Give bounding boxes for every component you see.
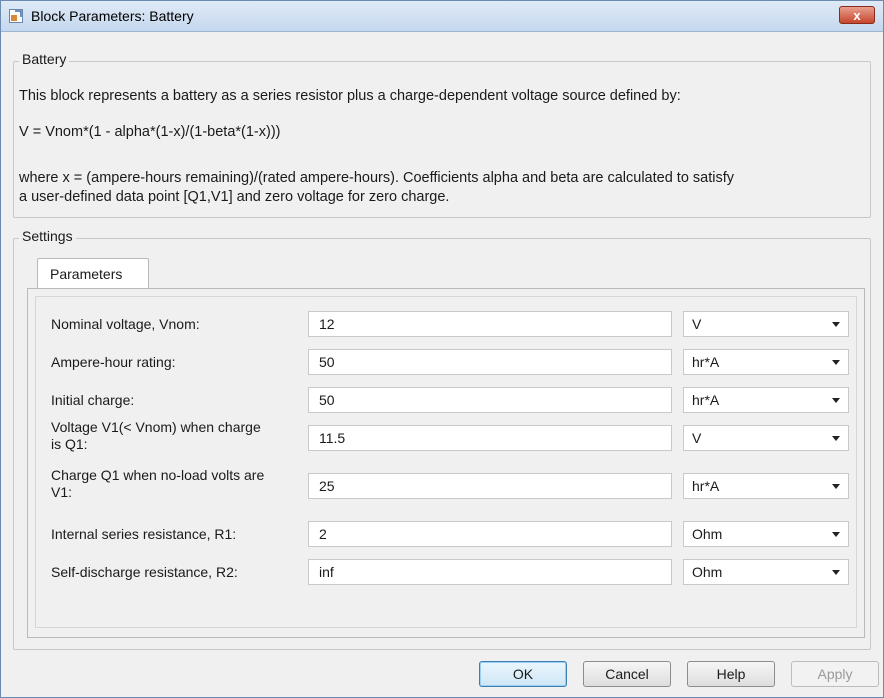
param-unit-select[interactable]: hr*A [683,473,849,499]
param-label: Voltage V1(< Vnom) when charge is Q1: [51,419,261,452]
param-unit-select[interactable]: Ohm [683,559,849,585]
close-button[interactable]: x [839,6,875,24]
description-line-3: where x = (ampere-hours remaining)/(rate… [19,170,735,186]
chevron-down-icon [832,360,840,365]
unit-value: Ohm [692,526,723,542]
parameters-panel: Nominal voltage, Vnom: 12 V Ampere-hour … [27,288,865,638]
param-label: Self-discharge resistance, R2: [51,564,238,580]
param-value-input[interactable]: 12 [308,311,672,337]
dialog-content: Battery This block represents a battery … [1,32,883,697]
param-unit-select[interactable]: hr*A [683,387,849,413]
chevron-down-icon [832,436,840,441]
unit-value: V [692,430,702,446]
close-icon: x [853,8,861,23]
param-value-input[interactable]: inf [308,559,672,585]
param-value-input[interactable]: 2 [308,521,672,547]
parameters-inner-panel: Nominal voltage, Vnom: 12 V Ampere-hour … [35,296,857,628]
chevron-down-icon [832,322,840,327]
chevron-down-icon [832,398,840,403]
description-formula: V = Vnom*(1 - alpha*(1-x)/(1-beta*(1-x))… [19,124,281,140]
apply-button[interactable]: Apply [791,661,879,687]
param-value-input[interactable]: 25 [308,473,672,499]
description-line-4: a user-defined data point [Q1,V1] and ze… [19,189,450,205]
param-label: Nominal voltage, Vnom: [51,316,200,332]
param-unit-select[interactable]: V [683,311,849,337]
param-row-ampere-hour-rating: Ampere-hour rating: 50 hr*A [36,349,858,379]
description-line-1: This block represents a battery as a ser… [19,88,681,104]
param-row-charge-q1: Charge Q1 when no-load volts are V1: 25 … [36,467,858,503]
param-unit-select[interactable]: hr*A [683,349,849,375]
dialog-window: Block Parameters: Battery x Battery This… [0,0,884,698]
ok-button[interactable]: OK [479,661,567,687]
description-legend: Battery [19,51,70,67]
title-bar[interactable]: Block Parameters: Battery x [1,1,883,32]
param-label: Ampere-hour rating: [51,354,176,370]
param-label: Initial charge: [51,392,135,408]
param-row-voltage-v1: Voltage V1(< Vnom) when charge is Q1: 11… [36,419,858,455]
unit-value: hr*A [692,392,720,408]
param-value-input[interactable]: 50 [308,387,672,413]
chevron-down-icon [832,484,840,489]
param-value-input[interactable]: 11.5 [308,425,672,451]
tab-parameters[interactable]: Parameters [37,258,149,289]
param-row-internal-resistance: Internal series resistance, R1: 2 Ohm [36,521,858,551]
unit-value: hr*A [692,354,720,370]
cancel-button[interactable]: Cancel [583,661,671,687]
settings-legend: Settings [19,228,76,244]
unit-value: hr*A [692,478,720,494]
param-label: Charge Q1 when no-load volts are V1: [51,467,265,500]
param-value-input[interactable]: 50 [308,349,672,375]
tab-parameters-label: Parameters [50,266,123,282]
simulink-block-icon [9,9,23,23]
param-label: Internal series resistance, R1: [51,526,237,542]
param-unit-select[interactable]: V [683,425,849,451]
chevron-down-icon [832,570,840,575]
param-unit-select[interactable]: Ohm [683,521,849,547]
param-row-self-discharge: Self-discharge resistance, R2: inf Ohm [36,559,858,589]
unit-value: V [692,316,702,332]
param-row-nominal-voltage: Nominal voltage, Vnom: 12 V [36,311,858,341]
help-button[interactable]: Help [687,661,775,687]
chevron-down-icon [832,532,840,537]
unit-value: Ohm [692,564,723,580]
window-title: Block Parameters: Battery [31,8,194,24]
param-row-initial-charge: Initial charge: 50 hr*A [36,387,858,417]
